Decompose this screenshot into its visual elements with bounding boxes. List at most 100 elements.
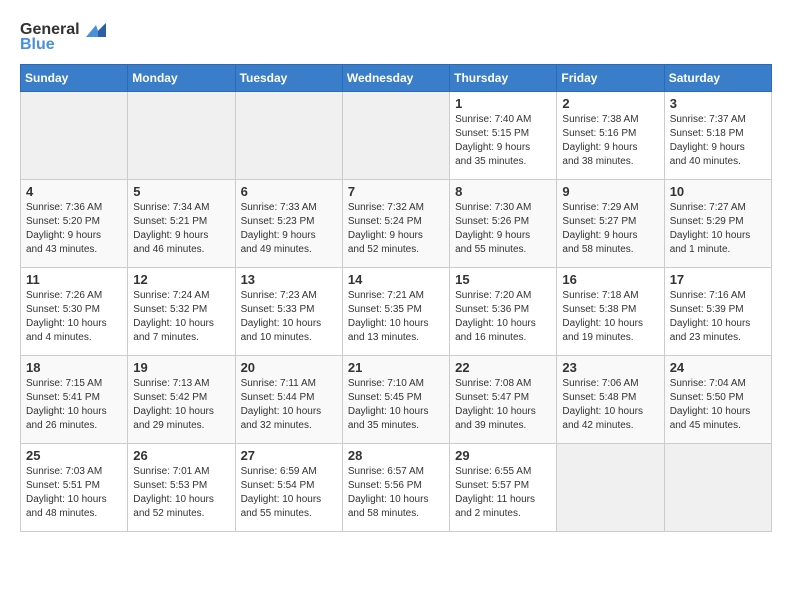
calendar-cell [235,92,342,180]
day-number: 17 [670,272,766,287]
header-row: SundayMondayTuesdayWednesdayThursdayFrid… [21,65,772,92]
weekday-header: Wednesday [342,65,449,92]
calendar-cell: 5 Sunrise: 7:34 AM Sunset: 5:21 PM Daylig… [128,180,235,268]
calendar-cell: 25 Sunrise: 7:03 AM Sunset: 5:51 PM Dayli… [21,444,128,532]
calendar-cell [21,92,128,180]
day-number: 26 [133,448,229,463]
calendar-cell: 24 Sunrise: 7:04 AM Sunset: 5:50 PM Dayli… [664,356,771,444]
day-number: 12 [133,272,229,287]
day-number: 13 [241,272,337,287]
weekday-header: Tuesday [235,65,342,92]
calendar-cell: 10 Sunrise: 7:27 AM Sunset: 5:29 PM Dayli… [664,180,771,268]
day-number: 24 [670,360,766,375]
calendar-cell [342,92,449,180]
day-number: 22 [455,360,551,375]
calendar-table: SundayMondayTuesdayWednesdayThursdayFrid… [20,64,772,532]
weekday-header: Monday [128,65,235,92]
day-info: Sunrise: 7:29 AM Sunset: 5:27 PM Dayligh… [562,201,658,257]
calendar-cell: 19 Sunrise: 7:13 AM Sunset: 5:42 PM Dayli… [128,356,235,444]
calendar-week-row: 18 Sunrise: 7:15 AM Sunset: 5:41 PM Dayli… [21,356,772,444]
day-number: 5 [133,184,229,199]
day-number: 8 [455,184,551,199]
day-info: Sunrise: 7:13 AM Sunset: 5:42 PM Dayligh… [133,377,229,433]
day-number: 11 [26,272,122,287]
calendar-cell: 12Sunrise: 7:24 AM Sunset: 5:32 PM Dayli… [128,268,235,356]
day-info: Sunrise: 7:01 AM Sunset: 5:53 PM Dayligh… [133,465,229,521]
day-info: Sunrise: 7:33 AM Sunset: 5:23 PM Dayligh… [241,201,337,257]
weekday-header: Friday [557,65,664,92]
logo-text: General Blue [20,20,106,54]
calendar-week-row: 25 Sunrise: 7:03 AM Sunset: 5:51 PM Dayli… [21,444,772,532]
weekday-header: Saturday [664,65,771,92]
day-info: Sunrise: 7:21 AM Sunset: 5:35 PM Dayligh… [348,289,444,345]
day-info: Sunrise: 7:32 AM Sunset: 5:24 PM Dayligh… [348,201,444,257]
day-number: 27 [241,448,337,463]
day-number: 9 [562,184,658,199]
day-info: Sunrise: 7:08 AM Sunset: 5:47 PM Dayligh… [455,377,551,433]
calendar-cell: 26 Sunrise: 7:01 AM Sunset: 5:53 PM Dayli… [128,444,235,532]
day-info: Sunrise: 7:37 AM Sunset: 5:18 PM Dayligh… [670,113,766,169]
day-info: Sunrise: 7:15 AM Sunset: 5:41 PM Dayligh… [26,377,122,433]
day-number: 7 [348,184,444,199]
calendar-cell: 21 Sunrise: 7:10 AM Sunset: 5:45 PM Dayli… [342,356,449,444]
day-number: 4 [26,184,122,199]
page-header: General Blue [20,20,772,54]
calendar-cell: 11 Sunrise: 7:26 AM Sunset: 5:30 PM Dayli… [21,268,128,356]
day-info: Sunrise: 7:16 AM Sunset: 5:39 PM Dayligh… [670,289,766,345]
day-info: Sunrise: 7:30 AM Sunset: 5:26 PM Dayligh… [455,201,551,257]
calendar-cell [664,444,771,532]
day-info: Sunrise: 7:11 AM Sunset: 5:44 PM Dayligh… [241,377,337,433]
day-number: 10 [670,184,766,199]
calendar-cell: 13 Sunrise: 7:23 AM Sunset: 5:33 PM Dayli… [235,268,342,356]
calendar-cell: 6 Sunrise: 7:33 AM Sunset: 5:23 PM Daylig… [235,180,342,268]
calendar-cell: 16 Sunrise: 7:18 AM Sunset: 5:38 PM Dayli… [557,268,664,356]
day-info: Sunrise: 7:26 AM Sunset: 5:30 PM Dayligh… [26,289,122,345]
day-number: 16 [562,272,658,287]
day-number: 3 [670,96,766,111]
day-number: 20 [241,360,337,375]
day-info: Sunrise: 7:04 AM Sunset: 5:50 PM Dayligh… [670,377,766,433]
day-number: 29 [455,448,551,463]
day-info: Sunrise: 7:34 AM Sunset: 5:21 PM Dayligh… [133,201,229,257]
calendar-cell: 7 Sunrise: 7:32 AM Sunset: 5:24 PM Daylig… [342,180,449,268]
calendar-cell [128,92,235,180]
day-number: 15 [455,272,551,287]
day-info: Sunrise: 7:23 AM Sunset: 5:33 PM Dayligh… [241,289,337,345]
calendar-cell: 27 Sunrise: 6:59 AM Sunset: 5:54 PM Dayli… [235,444,342,532]
day-info: Sunrise: 7:27 AM Sunset: 5:29 PM Dayligh… [670,201,766,257]
day-info: Sunrise: 7:40 AM Sunset: 5:15 PM Dayligh… [455,113,551,169]
day-number: 19 [133,360,229,375]
calendar-week-row: 4 Sunrise: 7:36 AM Sunset: 5:20 PM Daylig… [21,180,772,268]
day-number: 25 [26,448,122,463]
calendar-cell: 20 Sunrise: 7:11 AM Sunset: 5:44 PM Dayli… [235,356,342,444]
calendar-cell: 15 Sunrise: 7:20 AM Sunset: 5:36 PM Dayli… [450,268,557,356]
day-number: 6 [241,184,337,199]
day-info: Sunrise: 7:36 AM Sunset: 5:20 PM Dayligh… [26,201,122,257]
day-info: Sunrise: 7:18 AM Sunset: 5:38 PM Dayligh… [562,289,658,345]
day-number: 1 [455,96,551,111]
day-number: 28 [348,448,444,463]
calendar-cell: 23 Sunrise: 7:06 AM Sunset: 5:48 PM Dayli… [557,356,664,444]
day-info: Sunrise: 7:10 AM Sunset: 5:45 PM Dayligh… [348,377,444,433]
calendar-cell: 4 Sunrise: 7:36 AM Sunset: 5:20 PM Daylig… [21,180,128,268]
day-info: Sunrise: 6:59 AM Sunset: 5:54 PM Dayligh… [241,465,337,521]
day-info: Sunrise: 7:20 AM Sunset: 5:36 PM Dayligh… [455,289,551,345]
day-info: Sunrise: 7:06 AM Sunset: 5:48 PM Dayligh… [562,377,658,433]
calendar-cell: 2 Sunrise: 7:38 AM Sunset: 5:16 PM Daylig… [557,92,664,180]
calendar-cell: 17 Sunrise: 7:16 AM Sunset: 5:39 PM Dayli… [664,268,771,356]
calendar-week-row: 11 Sunrise: 7:26 AM Sunset: 5:30 PM Dayli… [21,268,772,356]
day-info: Sunrise: 7:38 AM Sunset: 5:16 PM Dayligh… [562,113,658,169]
calendar-cell [557,444,664,532]
calendar-cell: 8 Sunrise: 7:30 AM Sunset: 5:26 PM Daylig… [450,180,557,268]
logo: General Blue [20,20,106,54]
day-number: 2 [562,96,658,111]
calendar-cell: 18 Sunrise: 7:15 AM Sunset: 5:41 PM Dayli… [21,356,128,444]
calendar-week-row: 1 Sunrise: 7:40 AM Sunset: 5:15 PM Daylig… [21,92,772,180]
day-number: 18 [26,360,122,375]
calendar-cell: 3 Sunrise: 7:37 AM Sunset: 5:18 PM Daylig… [664,92,771,180]
calendar-cell: 29Sunrise: 6:55 AM Sunset: 5:57 PM Dayli… [450,444,557,532]
day-info: Sunrise: 7:03 AM Sunset: 5:51 PM Dayligh… [26,465,122,521]
weekday-header: Sunday [21,65,128,92]
day-number: 21 [348,360,444,375]
day-number: 23 [562,360,658,375]
